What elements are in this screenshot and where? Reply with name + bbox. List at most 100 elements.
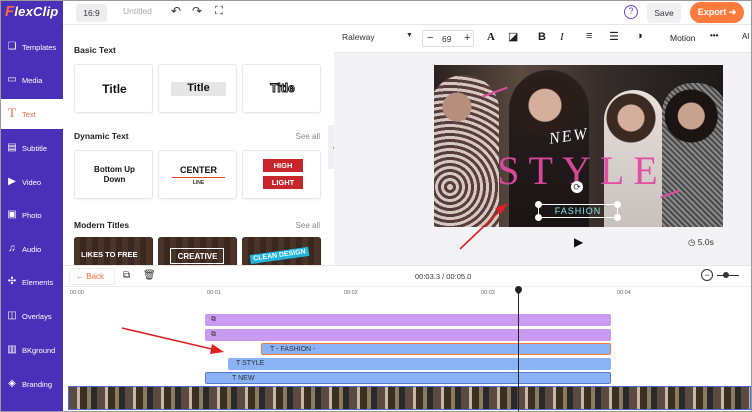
fullscreen-icon[interactable]: ⛶ [215, 5, 223, 18]
video-track[interactable] [68, 386, 751, 410]
resize-handle[interactable] [614, 214, 621, 221]
aspect-ratio-button[interactable]: 16:9 [76, 4, 107, 22]
font-size-stepper[interactable]: − 69 + [422, 30, 474, 47]
resize-handle[interactable] [535, 214, 542, 221]
italic-icon[interactable]: I [560, 31, 564, 43]
sidebar-item-elements[interactable]: ✣ Elements [1, 267, 63, 297]
card-label: CENTER [179, 165, 217, 175]
zoom-slider-handle[interactable] [723, 272, 729, 278]
duration-display[interactable]: ◷ 5.0s [688, 237, 714, 248]
spacing-icon[interactable]: ☰ [609, 30, 619, 43]
ai-button[interactable]: Al [742, 32, 749, 41]
basic-text-card-3[interactable]: Title [242, 64, 321, 113]
fashion-text-layer[interactable]: FASHION [539, 205, 617, 217]
resize-handle[interactable] [614, 201, 621, 208]
video-icon: ▶ [8, 176, 16, 187]
export-label: Export [697, 7, 727, 17]
sidebar-item-audio[interactable]: ♫ Audio [1, 234, 63, 264]
project-title[interactable]: Untitled [123, 6, 152, 16]
card-label: Bottom Up [94, 165, 135, 174]
text-track-style[interactable]: T STYLE [228, 358, 611, 370]
minus-icon[interactable]: − [427, 32, 433, 44]
text-track-fashion[interactable]: T - FASHION - [261, 343, 611, 355]
back-button[interactable]: ← Back [69, 268, 115, 285]
sidebar-item-overlays[interactable]: ◫ Overlays [1, 301, 63, 331]
sidebar-item-label: Overlays [22, 312, 52, 321]
overlay-track-1[interactable]: ⧉ [205, 314, 611, 326]
card-label: Down [103, 175, 126, 184]
arrow-right-icon: ➜ [728, 7, 737, 17]
copy-icon: ⧉ [211, 316, 216, 323]
font-select[interactable]: Raleway ▼ [342, 32, 413, 42]
elements-icon: ✣ [7, 276, 17, 287]
basic-text-card-1[interactable]: Title [74, 64, 153, 113]
export-button[interactable]: Export ➜ [690, 2, 744, 23]
time-ruler[interactable]: 00:00 00:01 00:02 00:03 00:04 [63, 286, 751, 300]
align-center-icon[interactable]: ≡ [586, 30, 592, 42]
timeline: ← Back ⧉ 🗑 00:03.3 / 00:05.0 − 00:00 00:… [63, 265, 751, 411]
photo-icon: ▣ [7, 209, 17, 220]
fashion-selection-box[interactable]: FASHION [538, 204, 618, 218]
track-label: NEW [238, 375, 255, 382]
sidebar-item-video[interactable]: ▶ Video [1, 167, 63, 197]
sidebar-item-branding[interactable]: ◈ Branding [1, 369, 63, 399]
clock-icon: ◷ [688, 237, 696, 247]
text-icon: T [270, 346, 275, 353]
sidebar-item-subtitle[interactable]: ▤ Subtitle [1, 133, 63, 163]
modern-title-card-1[interactable]: LIKES TO FREE [74, 237, 153, 265]
ruler-label: 00:03 [481, 290, 495, 296]
modern-see-all-link[interactable]: See all [296, 221, 320, 230]
sidebar-item-label: Media [22, 76, 43, 85]
dynamic-text-card-1[interactable]: Bottom Up Down [74, 150, 153, 199]
text-icon: T [8, 105, 16, 120]
dynamic-text-card-2[interactable]: CENTER LINE [158, 150, 237, 199]
folder-icon: ▭ [7, 74, 17, 85]
basic-text-card-2[interactable]: Title [158, 64, 237, 113]
resize-handle[interactable] [535, 201, 542, 208]
back-label: Back [86, 272, 105, 281]
text-color-icon[interactable]: A [487, 31, 495, 43]
plus-icon[interactable]: + [464, 32, 470, 44]
more-options-icon[interactable]: ••• [710, 31, 718, 40]
font-size-value[interactable]: 69 [442, 34, 451, 44]
subtitle-icon: ▤ [7, 142, 17, 153]
track-label: - FASHION - [276, 346, 316, 353]
duplicate-icon[interactable]: ⧉ [123, 270, 130, 281]
canvas-area: NEW STYLE FASHION ⟳ ▶ ◷ 5.0s [334, 53, 751, 265]
sidebar-item-text[interactable]: T Text [1, 99, 63, 129]
text-track-new[interactable]: T NEW [205, 372, 611, 384]
dynamic-text-card-3[interactable]: HIGH LIGHT [242, 150, 321, 199]
opacity-icon[interactable]: ◑ [636, 30, 643, 42]
overlay-track-2[interactable]: ⧉ [205, 329, 611, 341]
track-label: STYLE [242, 360, 265, 367]
playhead[interactable] [518, 287, 519, 411]
sidebar-item-label: Photo [22, 211, 42, 220]
zoom-out-icon[interactable]: − [701, 269, 713, 281]
sidebar-item-media[interactable]: ▭ Media [1, 65, 63, 95]
section-title-modern: Modern Titles [74, 220, 130, 230]
sidebar-item-bkground[interactable]: ▥ BKground [1, 335, 63, 365]
modern-title-card-3[interactable]: CLEAN DESIGN [242, 237, 321, 265]
sidebar-item-templates[interactable]: ❏ Templates [1, 32, 63, 62]
undo-icon[interactable]: ↶ [171, 4, 181, 18]
sidebar-item-label: Video [22, 178, 42, 187]
highlight-fill-icon[interactable]: ◪ [508, 30, 518, 43]
redo-icon[interactable]: ↷ [192, 4, 202, 18]
text-icon: T [236, 360, 241, 367]
sidebar-item-label: Text [22, 110, 36, 119]
play-button[interactable]: ▶ [574, 235, 583, 249]
sidebar-item-label: Templates [22, 43, 57, 52]
sidebar-item-photo[interactable]: ▣ Photo [1, 200, 63, 230]
trash-icon[interactable]: 🗑 [143, 270, 156, 281]
background-icon: ▥ [7, 344, 17, 355]
motion-button[interactable]: Motion [670, 33, 696, 43]
bold-icon[interactable]: B [538, 31, 546, 43]
rotate-handle-icon[interactable]: ⟳ [571, 181, 583, 193]
modern-title-card-2[interactable]: CREATIVE [158, 237, 237, 265]
save-button[interactable]: Save [647, 3, 681, 23]
card-label: Title [187, 82, 210, 94]
app-window: FlexClip ❏ Templates ▭ Media T Text ▤ Subtit… [0, 0, 752, 412]
dynamic-see-all-link[interactable]: See all [296, 132, 320, 141]
help-icon[interactable]: ? [624, 5, 638, 19]
layers-icon: ❏ [7, 41, 17, 52]
